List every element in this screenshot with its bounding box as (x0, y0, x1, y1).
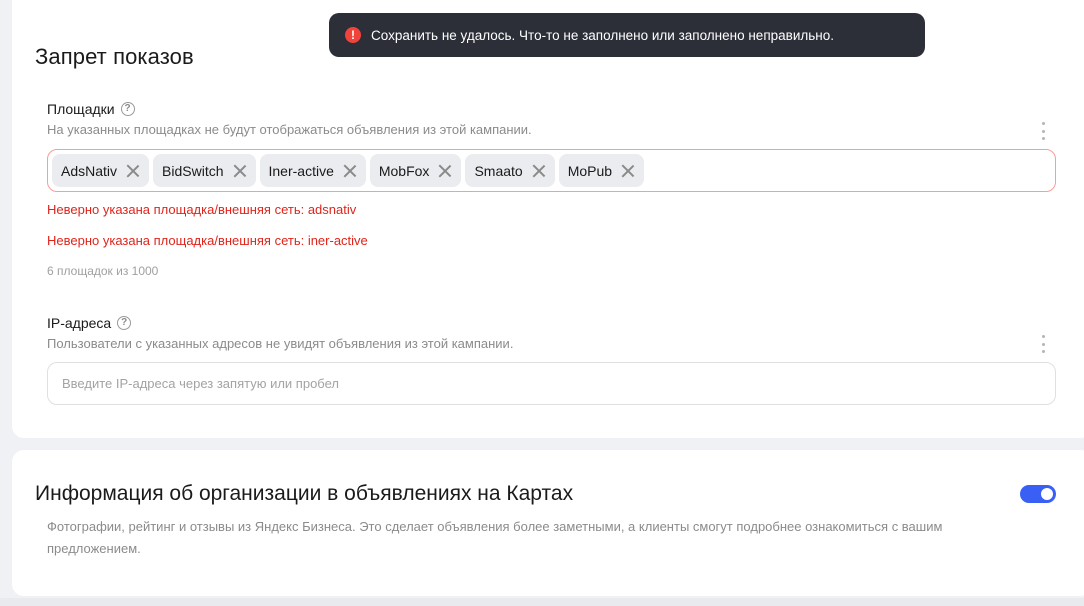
ip-label-row: IP-адреса ? (47, 315, 132, 331)
platform-tag-label: Smaato (474, 162, 523, 179)
platform-tag: AdsNativ (52, 154, 150, 187)
ip-hint: Пользователи с указанных адресов не увид… (47, 336, 514, 351)
platform-tag: BidSwitch (153, 154, 256, 187)
remove-tag-icon[interactable] (620, 163, 636, 179)
ip-more-icon[interactable] (1042, 335, 1046, 353)
help-icon[interactable]: ? (117, 316, 132, 330)
remove-tag-icon[interactable] (437, 163, 453, 179)
help-icon[interactable]: ? (120, 102, 135, 116)
platforms-label: Площадки (47, 101, 115, 117)
platforms-hint: На указанных площадках не будут отобража… (47, 122, 532, 137)
platforms-more-icon[interactable] (1042, 122, 1046, 140)
toast-message: Сохранить не удалось. Что-то не заполнен… (371, 27, 834, 43)
remove-tag-icon[interactable] (342, 163, 358, 179)
platform-tag-label: Iner-active (268, 162, 334, 179)
ip-label: IP-адреса (47, 315, 112, 331)
platforms-counter: 6 площадок из 1000 (47, 264, 159, 278)
platform-tag-label: MoPub (567, 162, 613, 179)
ip-input[interactable] (47, 362, 1056, 405)
maps-title: Информация об организации в объявлениях … (35, 482, 574, 505)
platform-tag-label: MobFox (378, 162, 430, 179)
remove-tag-icon[interactable] (531, 163, 547, 179)
platform-tag-label: AdsNativ (61, 162, 118, 179)
remove-tag-icon[interactable] (232, 163, 248, 179)
section-title-exclusions: Запрет показов (35, 44, 194, 69)
platforms-label-row: Площадки ? (47, 101, 135, 117)
remove-tag-icon[interactable] (125, 163, 141, 179)
toggle-knob (1041, 488, 1053, 500)
next-section-edge (0, 598, 1084, 606)
platform-tag: MoPub (558, 154, 645, 187)
platform-tag-label: BidSwitch (162, 162, 224, 179)
platform-tag: Smaato (465, 154, 555, 187)
error-toast: ! Сохранить не удалось. Что-то не заполн… (329, 13, 925, 57)
platform-tag: MobFox (369, 154, 462, 187)
maps-description: Фотографии, рейтинг и отзывы из Яндекс Б… (47, 519, 943, 556)
platforms-error-2: Неверно указана площадка/внешняя сеть: i… (47, 233, 368, 248)
maps-toggle[interactable] (1020, 485, 1056, 503)
platforms-error-1: Неверно указана площадка/внешняя сеть: a… (47, 202, 357, 217)
error-icon: ! (345, 27, 361, 43)
platforms-tag-input[interactable]: AdsNativ BidSwitch Iner-active MobFox Smaato… (47, 149, 1056, 192)
platform-tag: Iner-active (259, 154, 366, 187)
